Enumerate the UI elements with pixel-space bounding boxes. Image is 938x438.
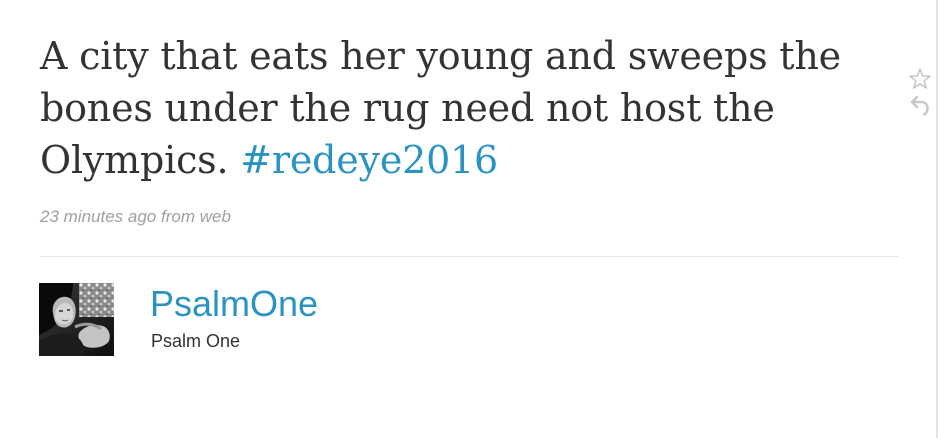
tweet-meta: 23 minutes ago from web [40, 207, 231, 227]
tweet-actions [907, 66, 933, 118]
reply-arrow-icon[interactable] [907, 92, 933, 118]
source-prefix: from [160, 207, 195, 226]
author-screen-name[interactable]: PsalmOne [150, 282, 318, 326]
timestamp-link[interactable]: 23 minutes ago [40, 207, 156, 226]
tweet-card: A city that eats her young and sweeps th… [0, 0, 938, 438]
star-outline-icon[interactable] [907, 66, 933, 92]
author-full-name: Psalm One [151, 331, 241, 351]
hashtag-link[interactable]: #redeye2016 [240, 138, 498, 182]
avatar[interactable] [39, 283, 114, 356]
source-link[interactable]: web [200, 207, 231, 226]
reply-arrow-graphic [910, 95, 929, 116]
divider [40, 256, 898, 257]
star-outline-graphic [909, 68, 931, 89]
tweet-text: A city that eats her young and sweeps th… [40, 30, 870, 186]
avatar-image [39, 283, 114, 356]
